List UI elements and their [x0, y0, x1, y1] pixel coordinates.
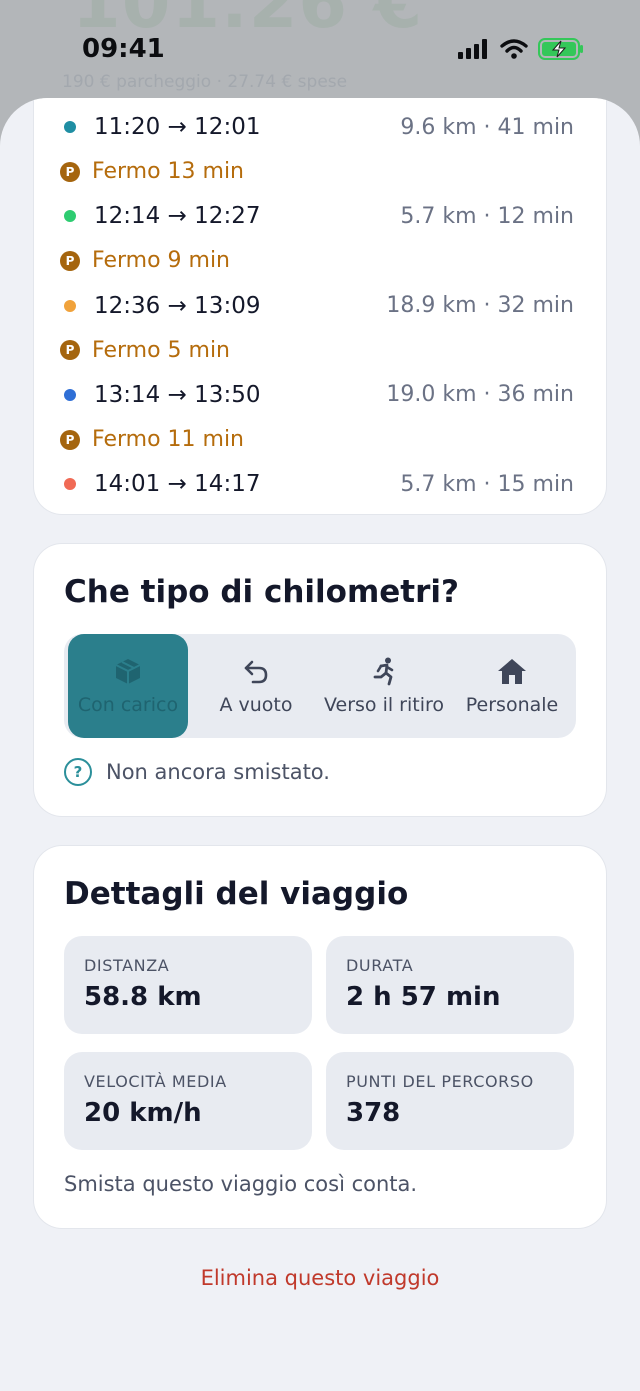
km-type-hint-text: Non ancora smistato.: [106, 760, 330, 784]
segment-time-range: 12:14 → 12:27: [94, 203, 261, 230]
running-person-icon: [373, 657, 394, 686]
km-type-option-label: A vuoto: [219, 694, 293, 716]
stat-label: DISTANZA: [84, 956, 170, 975]
pause-duration: Fermo 9 min: [92, 248, 231, 274]
status-time: 09:41: [82, 34, 165, 64]
stat-label: VELOCITÀ MEDIA: [84, 1072, 227, 1091]
trip-segment-row[interactable]: 11:20 → 12:01 9.6 km · 41 min: [34, 105, 606, 149]
segment-time-range: 12:36 → 13:09: [94, 292, 261, 319]
trip-segment-row[interactable]: 12:36 → 13:09 18.9 km · 32 min: [34, 284, 606, 328]
parking-icon: P: [60, 340, 80, 361]
parking-icon: P: [60, 161, 80, 182]
segment-time-range: 13:14 → 13:50: [94, 381, 261, 408]
trip-details-footnote: Smista questo viaggio così conta.: [64, 1172, 418, 1196]
stat-average-speed: VELOCITÀ MEDIA 20 km/h: [64, 1052, 312, 1150]
km-type-hint: ? Non ancora smistato.: [64, 758, 330, 786]
trip-segments-card: 11:20 → 12:01 9.6 km · 41 min P Fermo 13 mi…: [34, 98, 606, 514]
trip-details-title: Dettagli del viaggio: [64, 876, 409, 912]
pause-row: P Fermo 11 min: [34, 418, 606, 462]
stat-route-points: PUNTI DEL PERCORSO 378: [326, 1052, 574, 1150]
segment-color-dot: [64, 299, 76, 312]
segment-distance-duration: 19.0 km · 36 min: [386, 382, 574, 408]
segment-color-dot: [64, 388, 76, 401]
trip-details-card: Dettagli del viaggio DISTANZA 58.8 km DU…: [34, 846, 606, 1228]
status-bar: 09:41: [0, 0, 640, 100]
km-type-card: Che tipo di chilometri? Con carico A vuo…: [34, 544, 606, 816]
segment-distance-duration: 5.7 km · 15 min: [400, 471, 574, 497]
segment-color-dot: [64, 121, 76, 133]
km-type-title: Che tipo di chilometri?: [64, 574, 460, 610]
pause-row: P Fermo 5 min: [34, 328, 606, 372]
segment-color-dot: [64, 478, 76, 491]
parking-icon: P: [60, 250, 80, 271]
stat-value: 378: [346, 1098, 401, 1128]
delete-trip-button[interactable]: Elimina questo viaggio: [0, 1266, 640, 1290]
cellular-signal-icon: [458, 39, 487, 59]
km-type-option-personal[interactable]: Personale: [448, 634, 576, 738]
parking-icon: P: [60, 429, 80, 450]
trip-detail-sheet: 11:20 → 12:01 9.6 km · 41 min P Fermo 13 mi…: [0, 98, 640, 1391]
stat-value: 20 km/h: [84, 1098, 202, 1128]
km-type-option-label: Personale: [465, 694, 559, 716]
trip-segment-row[interactable]: 13:14 → 13:50 19.0 km · 36 min: [34, 373, 606, 417]
pause-duration: Fermo 5 min: [92, 337, 231, 363]
segment-distance-duration: 18.9 km · 32 min: [386, 293, 574, 319]
box-icon: [115, 659, 141, 684]
segment-color-dot: [64, 210, 76, 223]
status-icons: [458, 38, 584, 60]
home-icon: [498, 659, 526, 684]
stat-value: 2 h 57 min: [346, 982, 501, 1012]
km-type-option-label: Con carico: [77, 694, 179, 716]
pause-row: P Fermo 9 min: [34, 239, 606, 283]
trip-segment-row[interactable]: 12:14 → 12:27 5.7 km · 12 min: [34, 194, 606, 238]
km-type-option-label: Verso il ritiro: [323, 694, 445, 716]
segment-time-range: 11:20 → 12:01: [94, 114, 261, 140]
stat-value: 58.8 km: [84, 982, 202, 1012]
km-type-option-to-pickup[interactable]: Verso il ritiro: [320, 634, 448, 738]
segment-distance-duration: 9.6 km · 41 min: [400, 114, 574, 140]
question-circle-icon: ?: [64, 758, 92, 786]
km-type-option-empty[interactable]: A vuoto: [192, 634, 320, 738]
stat-label: PUNTI DEL PERCORSO: [346, 1072, 534, 1091]
segment-time-range: 14:01 → 14:17: [94, 471, 261, 498]
stat-distance: DISTANZA 58.8 km: [64, 936, 312, 1034]
segment-distance-duration: 5.7 km · 12 min: [400, 203, 574, 229]
return-arrow-icon: [244, 660, 268, 684]
stat-duration: DURATA 2 h 57 min: [326, 936, 574, 1034]
wifi-icon: [500, 39, 528, 59]
stat-label: DURATA: [346, 956, 414, 975]
trip-segment-row[interactable]: 14:01 → 14:17 5.7 km · 15 min: [34, 462, 606, 506]
pause-row: P Fermo 13 min: [34, 150, 606, 194]
km-type-option-loaded[interactable]: Con carico: [68, 634, 188, 738]
pause-duration: Fermo 13 min: [92, 159, 245, 185]
pause-duration: Fermo 11 min: [92, 427, 245, 453]
battery-charging-icon: [538, 38, 583, 60]
km-type-selector: Con carico A vuoto Verso il ritiro Perso…: [64, 634, 576, 738]
